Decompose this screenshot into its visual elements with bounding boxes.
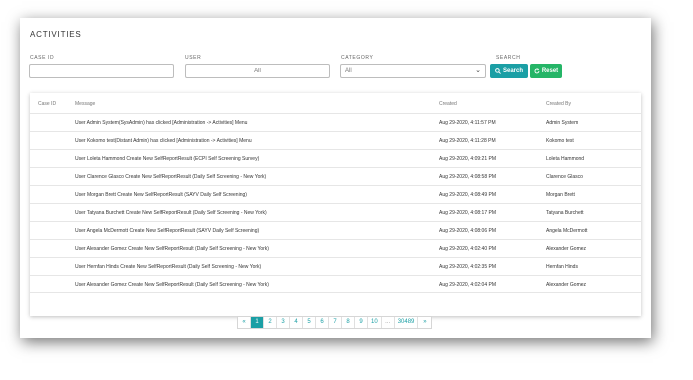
- created-by-cell: Angela McDermott: [546, 228, 588, 234]
- table-row[interactable]: User Loleta Hammond Create New SelfRepor…: [30, 149, 641, 167]
- column-header-created[interactable]: Created: [439, 101, 457, 107]
- activities-panel: ACTIVITIES CASE ID USER CATEGORY All ⌄ S…: [20, 18, 651, 338]
- created-cell: Aug 29-2020, 4:09:21 PM: [439, 156, 496, 162]
- message-cell: User Loleta Hammond Create New SelfRepor…: [75, 156, 260, 162]
- table-row[interactable]: User Clarence Glasco Create New SelfRepo…: [30, 167, 641, 185]
- column-header-case-id[interactable]: Case ID: [38, 101, 56, 107]
- table-row[interactable]: User Hernfan Hinds Create New SelfReport…: [30, 257, 641, 275]
- page-link-5[interactable]: 5: [303, 317, 316, 328]
- created-cell: Aug 29-2020, 4:08:58 PM: [439, 174, 496, 180]
- page-link-7[interactable]: 7: [329, 317, 342, 328]
- reset-button-label: Reset: [541, 68, 559, 74]
- table-row[interactable]: User Morgan Brett Create New SelfReportR…: [30, 185, 641, 203]
- table-row[interactable]: User Tatyana Burchett Create New SelfRep…: [30, 203, 641, 221]
- category-select[interactable]: All ⌄: [340, 64, 486, 78]
- case-id-label: CASE ID: [30, 55, 55, 61]
- user-input[interactable]: [185, 64, 330, 78]
- message-cell: User Angela McDermott Create New SelfRep…: [75, 228, 260, 234]
- column-header-created-by[interactable]: Created By: [546, 101, 571, 107]
- created-cell: Aug 29-2020, 4:02:04 PM: [439, 282, 496, 288]
- created-cell: Aug 29-2020, 4:11:57 PM: [439, 120, 496, 126]
- created-by-cell: Alexander Gomez: [546, 246, 587, 252]
- case-id-input[interactable]: [29, 64, 174, 78]
- message-cell: User Admin System(SysAdmin) has clicked …: [75, 120, 248, 126]
- search-button-label: Search: [502, 68, 523, 74]
- created-by-cell: Kokomo test: [546, 138, 574, 144]
- created-by-cell: Alexander Gomez: [546, 282, 587, 288]
- message-cell: User Hernfan Hinds Create New SelfReport…: [75, 264, 262, 270]
- pagination-prev[interactable]: «: [238, 317, 251, 328]
- page-link-8[interactable]: 8: [342, 317, 355, 328]
- page-link-last[interactable]: 30489: [395, 317, 419, 328]
- column-header-message[interactable]: Message: [75, 101, 95, 107]
- page-title: ACTIVITIES: [30, 30, 82, 39]
- message-cell: User Alexander Gomez Create New SelfRepo…: [75, 282, 269, 288]
- pagination-next[interactable]: »: [418, 317, 431, 328]
- search-label: SEARCH: [496, 55, 521, 61]
- created-by-cell: Admin System: [546, 120, 579, 126]
- search-icon: [495, 68, 501, 74]
- refresh-icon: [534, 68, 540, 74]
- created-cell: Aug 29-2020, 4:02:35 PM: [439, 264, 496, 270]
- created-by-cell: Clarence Glasco: [546, 174, 583, 180]
- created-by-cell: Morgan Brett: [546, 192, 575, 198]
- page-link-6[interactable]: 6: [316, 317, 329, 328]
- created-cell: Aug 29-2020, 4:08:17 PM: [439, 210, 496, 216]
- table-body: User Admin System(SysAdmin) has clicked …: [30, 113, 641, 293]
- page-link-10[interactable]: 10: [368, 317, 382, 328]
- message-cell: User Alexander Gomez Create New SelfRepo…: [75, 246, 269, 252]
- pagination-ellipsis: ...: [382, 317, 395, 328]
- page-link-2[interactable]: 2: [264, 317, 277, 328]
- chevron-down-icon: ⌄: [475, 67, 481, 74]
- page-link-4[interactable]: 4: [290, 317, 303, 328]
- pagination: « 1 2 3 4 5 6 7 8 9 10 ... 30489 »: [237, 316, 433, 329]
- search-button[interactable]: Search: [490, 64, 528, 78]
- activities-table: Case ID Message Created Created By User …: [30, 93, 641, 316]
- table-row[interactable]: User Admin System(SysAdmin) has clicked …: [30, 113, 641, 131]
- created-cell: Aug 29-2020, 4:02:40 PM: [439, 246, 496, 252]
- created-by-cell: Hernfan Hinds: [546, 264, 578, 270]
- created-cell: Aug 29-2020, 4:08:49 PM: [439, 192, 496, 198]
- message-cell: User Kokomo test(Distant Admin) has clic…: [75, 138, 252, 144]
- category-label: CATEGORY: [341, 55, 374, 61]
- message-cell: User Clarence Glasco Create New SelfRepo…: [75, 174, 267, 180]
- message-cell: User Tatyana Burchett Create New SelfRep…: [75, 210, 267, 216]
- category-select-value: All: [345, 68, 352, 74]
- user-label: USER: [185, 55, 202, 61]
- table-row[interactable]: User Angela McDermott Create New SelfRep…: [30, 221, 641, 239]
- table-row[interactable]: User Alexander Gomez Create New SelfRepo…: [30, 239, 641, 257]
- table-row[interactable]: User Alexander Gomez Create New SelfRepo…: [30, 275, 641, 293]
- page-link-3[interactable]: 3: [277, 317, 290, 328]
- page-link-1[interactable]: 1: [251, 317, 264, 328]
- created-cell: Aug 29-2020, 4:11:28 PM: [439, 138, 496, 144]
- created-cell: Aug 29-2020, 4:08:06 PM: [439, 228, 496, 234]
- created-by-cell: Tatyana Burchett: [546, 210, 584, 216]
- created-by-cell: Loleta Hammond: [546, 156, 585, 162]
- message-cell: User Morgan Brett Create New SelfReportR…: [75, 192, 247, 198]
- table-row[interactable]: User Kokomo test(Distant Admin) has clic…: [30, 131, 641, 149]
- reset-button[interactable]: Reset: [530, 64, 562, 78]
- page-link-9[interactable]: 9: [355, 317, 368, 328]
